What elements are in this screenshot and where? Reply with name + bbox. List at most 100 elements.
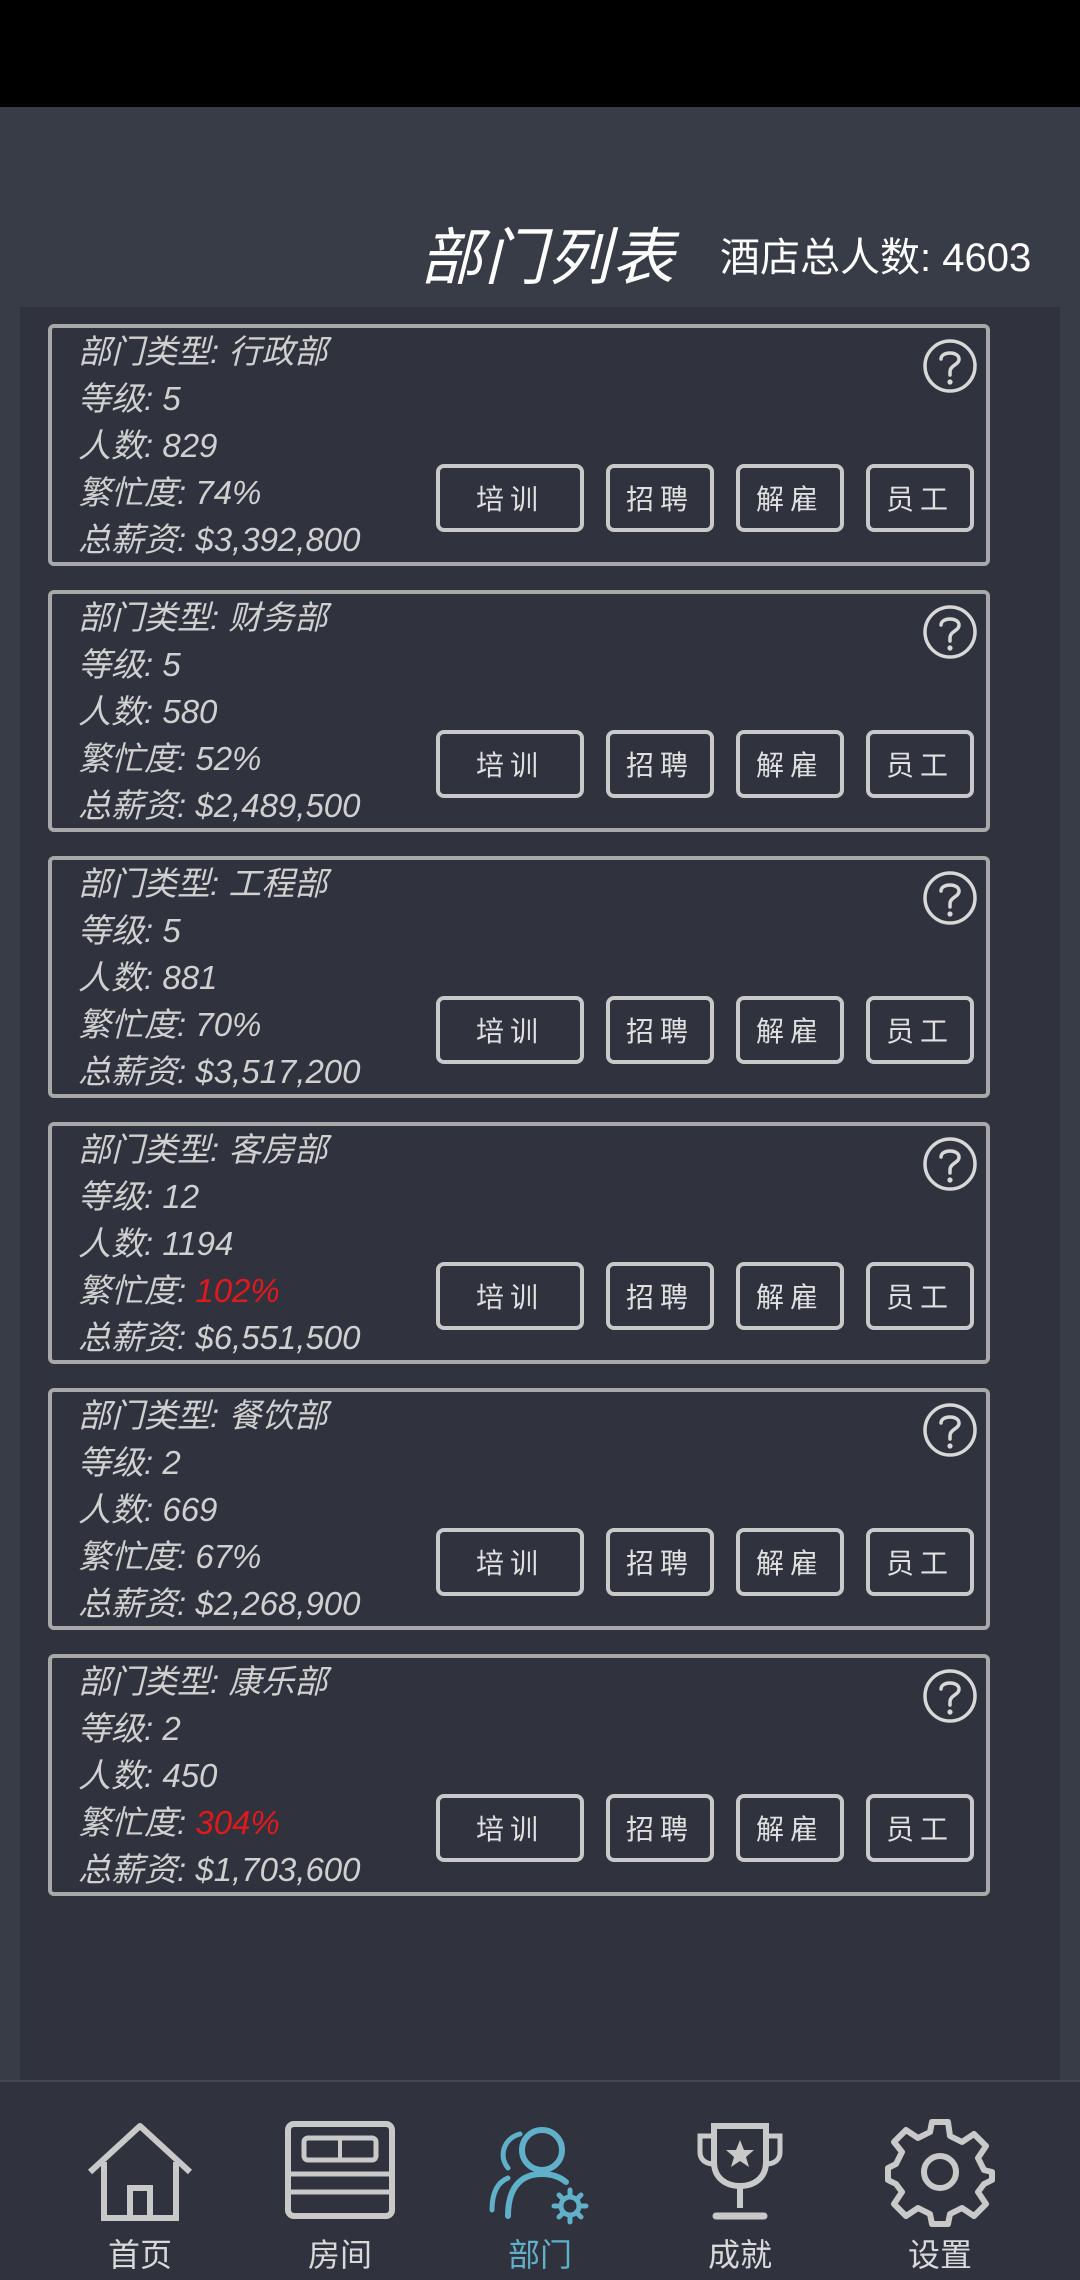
busyness-value: 304%	[195, 1804, 280, 1841]
nav-item-achievements[interactable]: 成就	[640, 2082, 840, 2280]
recruit-button[interactable]: 招聘	[606, 730, 714, 798]
staff-button[interactable]: 员工	[866, 996, 974, 1064]
recruit-button[interactable]: 招聘	[606, 464, 714, 532]
department-info: 部门类型: 客房部 等级: 12 人数: 1194 繁忙度: 102% 总薪资:…	[78, 1126, 361, 1361]
busyness-label: 繁忙度:	[78, 1272, 196, 1309]
department-salary: 总薪资: $2,268,900	[78, 1585, 361, 1622]
department-headcount: 人数: 450	[78, 1757, 218, 1794]
department-busyness: 繁忙度: 304%	[78, 1799, 361, 1846]
fire-button[interactable]: 解雇	[736, 996, 844, 1064]
hotel-total-staff: 酒店总人数: 4603	[720, 236, 1032, 280]
busyness-label: 繁忙度:	[78, 1538, 196, 1575]
train-button[interactable]: 培训	[436, 1794, 584, 1862]
department-people-icon	[489, 2127, 589, 2225]
help-icon[interactable]	[922, 1402, 978, 1458]
header: 部门列表 酒店总人数: 4603	[0, 107, 1080, 307]
staff-button[interactable]: 员工	[866, 1794, 974, 1862]
fire-button[interactable]: 解雇	[736, 1794, 844, 1862]
train-button[interactable]: 培训	[436, 1262, 584, 1330]
nav-label-settings: 设置	[907, 2237, 972, 2273]
fire-button[interactable]: 解雇	[736, 1528, 844, 1596]
help-icon[interactable]	[922, 1668, 978, 1724]
train-button[interactable]: 培训	[436, 730, 584, 798]
staff-button[interactable]: 员工	[866, 730, 974, 798]
department-level: 等级: 2	[78, 1444, 181, 1481]
recruit-button[interactable]: 招聘	[606, 1528, 714, 1596]
staff-button[interactable]: 员工	[866, 1528, 974, 1596]
nav-item-home[interactable]: 首页	[40, 2082, 240, 2280]
department-card: 部门类型: 康乐部 等级: 2 人数: 450 繁忙度: 304% 总薪资: $…	[48, 1654, 990, 1896]
department-level: 等级: 12	[78, 1178, 200, 1215]
staff-button[interactable]: 员工	[866, 464, 974, 532]
nav-label-departments: 部门	[507, 2237, 572, 2273]
department-busyness: 繁忙度: 70%	[78, 1001, 361, 1048]
fire-button[interactable]: 解雇	[736, 464, 844, 532]
department-salary: 总薪资: $2,489,500	[78, 787, 361, 824]
train-button[interactable]: 培训	[436, 1528, 584, 1596]
gear-icon	[885, 2119, 995, 2227]
department-salary: 总薪资: $3,517,200	[78, 1053, 361, 1090]
nav-label-rooms: 房间	[307, 2237, 372, 2273]
department-level: 等级: 2	[78, 1710, 181, 1747]
department-busyness: 繁忙度: 102%	[78, 1267, 361, 1314]
department-type: 部门类型: 客房部	[78, 1131, 328, 1168]
department-info: 部门类型: 工程部 等级: 5 人数: 881 繁忙度: 70% 总薪资: $3…	[78, 860, 361, 1095]
department-info: 部门类型: 财务部 等级: 5 人数: 580 繁忙度: 52% 总薪资: $2…	[78, 594, 361, 829]
trophy-icon	[697, 2123, 783, 2220]
home-icon	[87, 2123, 193, 2221]
department-card: 部门类型: 客房部 等级: 12 人数: 1194 繁忙度: 102% 总薪资:…	[48, 1122, 990, 1364]
department-busyness: 繁忙度: 52%	[78, 735, 361, 782]
department-level: 等级: 5	[78, 380, 181, 417]
department-headcount: 人数: 1194	[78, 1225, 234, 1262]
department-card: 部门类型: 餐饮部 等级: 2 人数: 669 繁忙度: 67% 总薪资: $2…	[48, 1388, 990, 1630]
busyness-value: 102%	[195, 1272, 280, 1309]
page-title: 部门列表	[420, 224, 677, 293]
busyness-value: 67%	[195, 1538, 262, 1575]
department-salary: 总薪资: $3,392,800	[78, 521, 361, 558]
bottom-nav: 首页 房间 部门 成就 设置	[0, 2080, 1080, 2280]
help-icon[interactable]	[922, 870, 978, 926]
help-icon[interactable]	[922, 604, 978, 660]
recruit-button[interactable]: 招聘	[606, 996, 714, 1064]
department-info: 部门类型: 康乐部 等级: 2 人数: 450 繁忙度: 304% 总薪资: $…	[78, 1658, 361, 1893]
department-card: 部门类型: 财务部 等级: 5 人数: 580 繁忙度: 52% 总薪资: $2…	[48, 590, 990, 832]
busyness-label: 繁忙度:	[78, 1804, 196, 1841]
department-headcount: 人数: 669	[78, 1491, 218, 1528]
nav-item-rooms[interactable]: 房间	[240, 2082, 440, 2280]
department-level: 等级: 5	[78, 646, 181, 683]
fire-button[interactable]: 解雇	[736, 1262, 844, 1330]
nav-item-settings[interactable]: 设置	[840, 2082, 1040, 2280]
department-type: 部门类型: 工程部	[78, 865, 328, 902]
department-card: 部门类型: 行政部 等级: 5 人数: 829 繁忙度: 74% 总薪资: $3…	[48, 324, 990, 566]
bed-icon	[285, 2121, 395, 2219]
nav-label-home: 首页	[107, 2237, 172, 2273]
department-headcount: 人数: 580	[78, 693, 218, 730]
department-type: 部门类型: 餐饮部	[78, 1397, 328, 1434]
busyness-label: 繁忙度:	[78, 1006, 196, 1043]
department-headcount: 人数: 881	[78, 959, 218, 996]
recruit-button[interactable]: 招聘	[606, 1794, 714, 1862]
status-bar	[0, 0, 1080, 107]
busyness-value: 52%	[195, 740, 262, 777]
department-busyness: 繁忙度: 74%	[78, 469, 361, 516]
nav-label-achievements: 成就	[707, 2237, 772, 2273]
help-icon[interactable]	[922, 338, 978, 394]
department-type: 部门类型: 康乐部	[78, 1663, 328, 1700]
department-type: 部门类型: 财务部	[78, 599, 328, 636]
nav-item-departments[interactable]: 部门	[440, 2082, 640, 2280]
department-info: 部门类型: 餐饮部 等级: 2 人数: 669 繁忙度: 67% 总薪资: $2…	[78, 1392, 361, 1627]
department-card: 部门类型: 工程部 等级: 5 人数: 881 繁忙度: 70% 总薪资: $3…	[48, 856, 990, 1098]
help-icon[interactable]	[922, 1136, 978, 1192]
busyness-value: 74%	[195, 474, 262, 511]
train-button[interactable]: 培训	[436, 464, 584, 532]
department-type: 部门类型: 行政部	[78, 333, 328, 370]
department-salary: 总薪资: $1,703,600	[78, 1851, 361, 1888]
department-headcount: 人数: 829	[78, 427, 218, 464]
department-salary: 总薪资: $6,551,500	[78, 1319, 361, 1356]
department-info: 部门类型: 行政部 等级: 5 人数: 829 繁忙度: 74% 总薪资: $3…	[78, 328, 361, 563]
busyness-value: 70%	[195, 1006, 262, 1043]
fire-button[interactable]: 解雇	[736, 730, 844, 798]
staff-button[interactable]: 员工	[866, 1262, 974, 1330]
recruit-button[interactable]: 招聘	[606, 1262, 714, 1330]
train-button[interactable]: 培训	[436, 996, 584, 1064]
